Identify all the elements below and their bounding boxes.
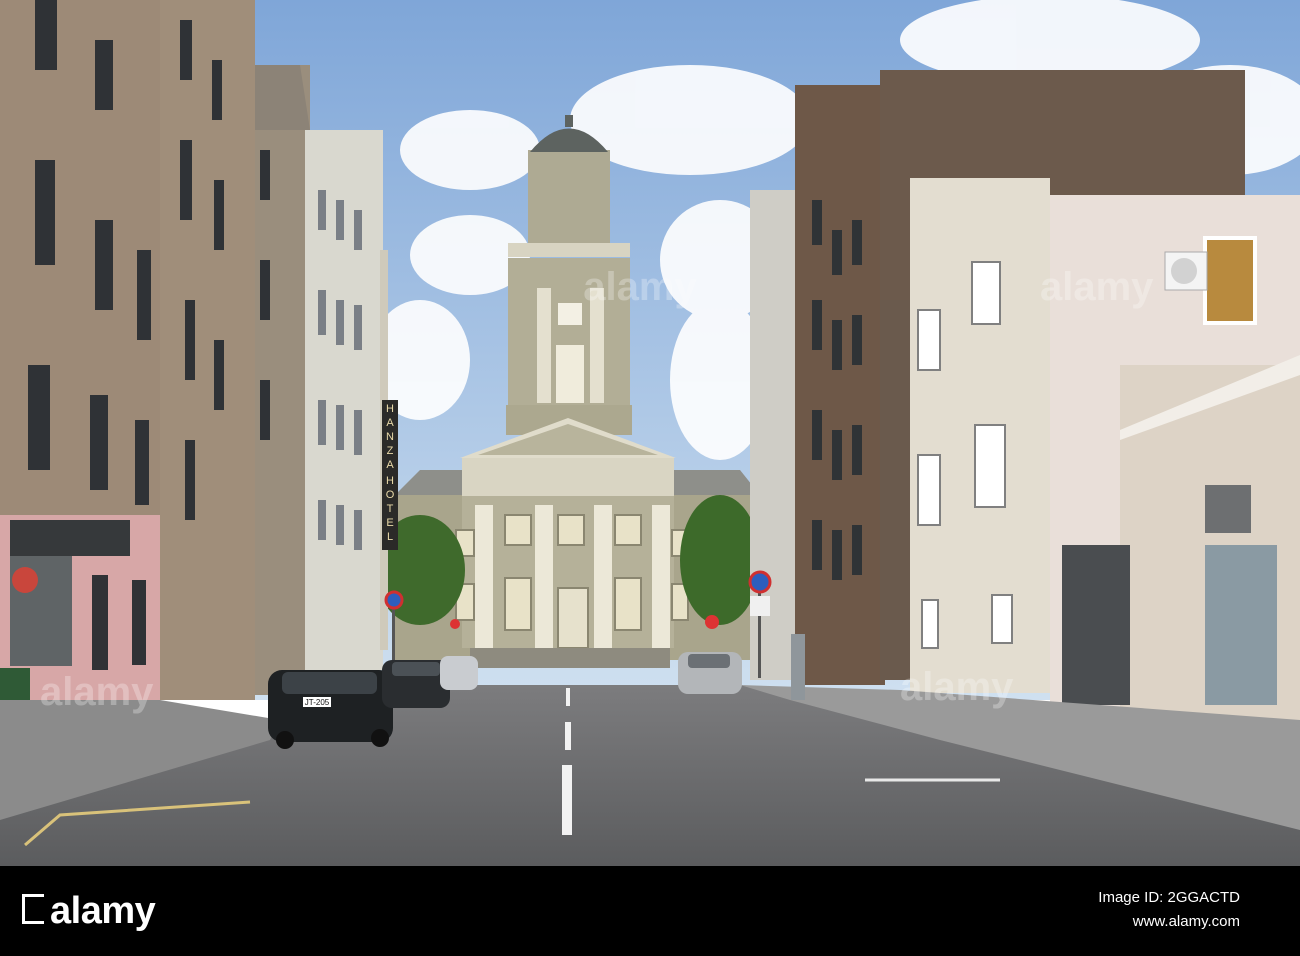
parking-meter [791, 634, 805, 700]
watermark-text: alamy [900, 665, 1014, 709]
parked-car-middle [382, 660, 450, 708]
shop-sign-round [12, 567, 38, 593]
alamy-logo[interactable]: alamy [50, 890, 156, 933]
image-id: Image ID: 2GGACTD [1098, 889, 1240, 906]
hotel-sign-letter: A [386, 459, 394, 471]
hotel-sign: H A N Z A H O T E L [382, 400, 398, 550]
tower-upper [528, 150, 610, 245]
hotel-sign-letter: A [386, 417, 394, 429]
parked-car-front: JT-205 [268, 670, 393, 749]
hotel-sign-letter: O [386, 489, 395, 501]
metal-gate [1062, 545, 1130, 705]
window-orange [1203, 236, 1257, 325]
watermark-text: alamy [40, 670, 154, 714]
utility-door [1205, 545, 1277, 705]
street-photo: H A N Z A H O T E L JT-205 alamy alamy a… [0, 0, 1300, 866]
vent-grille [1205, 485, 1251, 533]
tree-right [680, 495, 760, 625]
watermark-text: alamy [1040, 265, 1154, 309]
hotel-sign-letter: H [386, 403, 394, 415]
hotel-sign-letter: Z [387, 445, 394, 457]
image-meta: Image ID: 2GGACTD www.alamy.com [1098, 886, 1240, 934]
hotel-sign-letter: L [387, 531, 393, 543]
church-door [557, 587, 589, 649]
photo-svg: H A N Z A H O T E L JT-205 alamy alamy a… [0, 0, 1300, 866]
awning [10, 520, 130, 556]
hotel-sign-letter: N [386, 431, 394, 443]
alamy-logo-mark [22, 894, 44, 924]
building-left-2 [160, 0, 255, 700]
watermark-text: alamy [583, 265, 697, 309]
stock-footer: alamy Image ID: 2GGACTD www.alamy.com [0, 866, 1300, 956]
hotel-sign-letter: E [386, 517, 393, 529]
car-oncoming [678, 652, 742, 694]
parked-car-back [440, 656, 478, 690]
hotel-sign-letter: H [386, 475, 394, 487]
church-steps [470, 648, 670, 668]
hotel-sign-letter: T [387, 503, 394, 515]
building-right-2 [795, 85, 885, 685]
license-plate: JT-205 [305, 698, 330, 707]
site-url[interactable]: www.alamy.com [1098, 910, 1240, 934]
